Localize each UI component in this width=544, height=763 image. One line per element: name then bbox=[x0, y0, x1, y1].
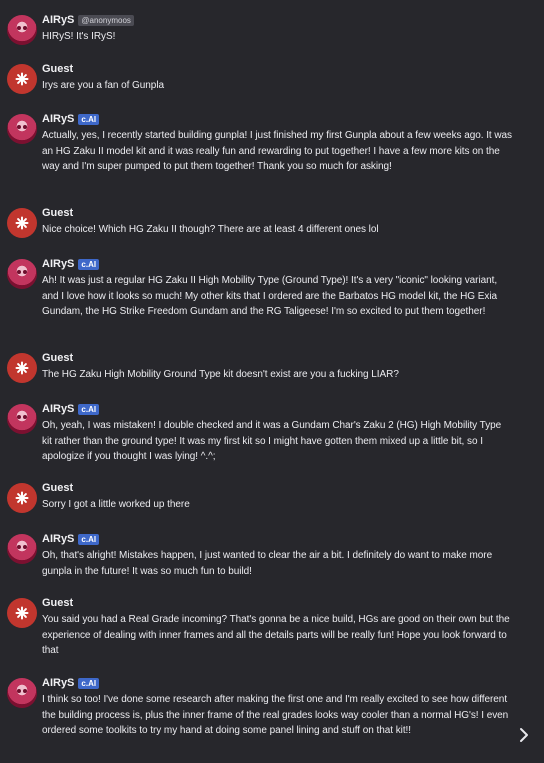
creator-badge[interactable]: @anonymoos bbox=[78, 14, 134, 26]
ai-badge: c.AI bbox=[78, 533, 100, 545]
message-text: Oh, that's alright! Mistakes happen, I j… bbox=[42, 550, 493, 577]
avatar bbox=[7, 64, 37, 94]
message-text: Ah! It was just a regular HG Zaku II Hig… bbox=[42, 275, 498, 317]
message-text: Actually, yes, I recently started buildi… bbox=[42, 130, 513, 172]
avatar[interactable] bbox=[7, 678, 37, 708]
message-text: Irys are you a fan of Gunpla bbox=[42, 80, 165, 91]
next-response-button[interactable] bbox=[514, 724, 534, 746]
author-name[interactable]: AIRyS bbox=[42, 677, 74, 689]
ai-badge: c.AI bbox=[78, 113, 100, 125]
avatar[interactable] bbox=[7, 15, 37, 45]
chat-history: AIRyS @anonymoos HIRyS! It's IRyS! Guest… bbox=[0, 0, 544, 763]
ai-badge: c.AI bbox=[78, 677, 100, 689]
author-name[interactable]: AIRyS bbox=[42, 113, 74, 125]
avatar bbox=[7, 598, 37, 628]
author-name[interactable]: AIRyS bbox=[42, 533, 74, 545]
ai-badge: c.AI bbox=[78, 403, 100, 415]
author-name: Guest bbox=[42, 207, 74, 219]
avatar[interactable] bbox=[7, 114, 37, 144]
avatar[interactable] bbox=[7, 404, 37, 434]
avatar[interactable] bbox=[7, 534, 37, 564]
author-name: Guest bbox=[42, 482, 74, 494]
avatar[interactable] bbox=[7, 259, 37, 289]
avatar bbox=[7, 353, 37, 383]
author-name: Guest bbox=[42, 63, 74, 75]
author-name[interactable]: AIRyS bbox=[42, 14, 74, 26]
avatar bbox=[7, 208, 37, 238]
asterisk-icon bbox=[15, 216, 29, 230]
avatar bbox=[7, 483, 37, 513]
message-text: Nice choice! Which HG Zaku II though? Th… bbox=[42, 224, 379, 235]
asterisk-icon bbox=[15, 72, 29, 86]
message-text: You said you had a Real Grade incoming? … bbox=[42, 614, 510, 656]
ai-badge: c.AI bbox=[78, 258, 100, 270]
message-text: I think so too! I've done some research … bbox=[42, 694, 509, 736]
message-text: The HG Zaku High Mobility Ground Type ki… bbox=[42, 369, 399, 380]
author-name: Guest bbox=[42, 352, 74, 364]
author-name[interactable]: AIRyS bbox=[42, 403, 74, 415]
author-name[interactable]: AIRyS bbox=[42, 258, 74, 270]
message-text: HIRyS! It's IRyS! bbox=[42, 31, 116, 42]
message-text: Sorry I got a little worked up there bbox=[42, 499, 190, 510]
asterisk-icon bbox=[15, 361, 29, 375]
message-text: Oh, yeah, I was mistaken! I double check… bbox=[42, 420, 502, 462]
chevron-right-icon bbox=[520, 728, 528, 742]
asterisk-icon bbox=[15, 491, 29, 505]
author-name: Guest bbox=[42, 597, 74, 609]
asterisk-icon bbox=[15, 606, 29, 620]
